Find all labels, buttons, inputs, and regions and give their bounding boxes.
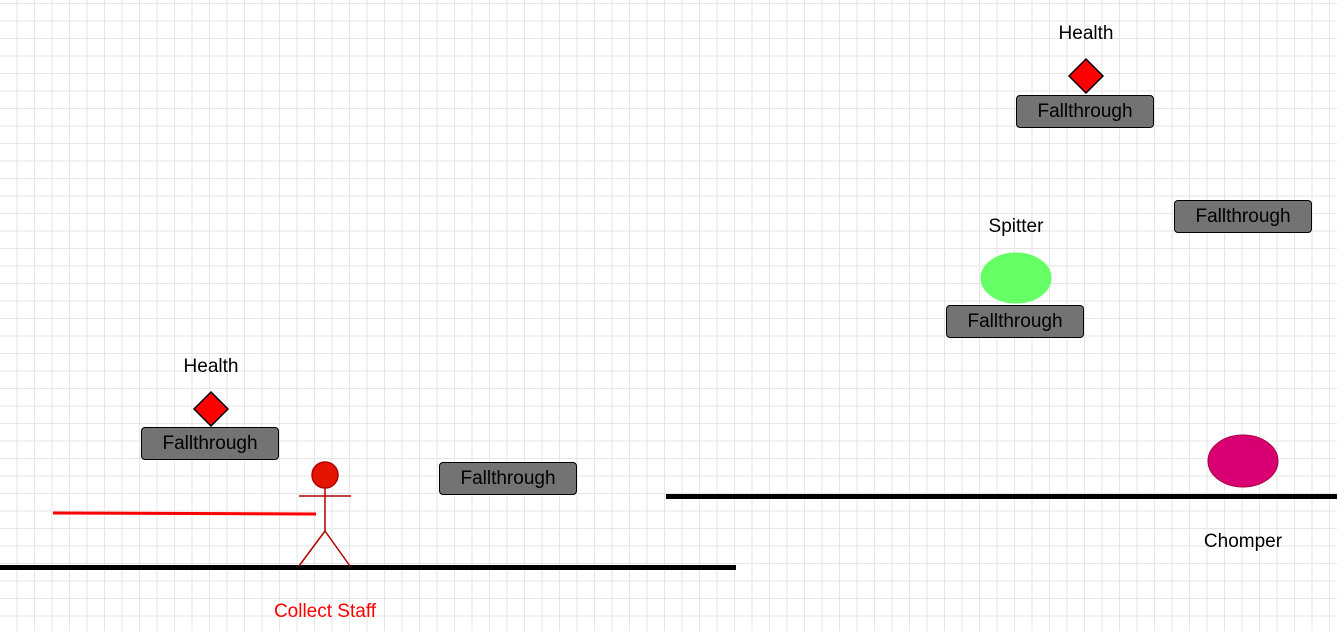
chomper-enemy-icon[interactable] xyxy=(1207,434,1279,488)
health-diamond-icon[interactable] xyxy=(1067,57,1105,95)
level-diagram: Fallthrough Fallthrough Fallthrough Fall… xyxy=(0,0,1337,631)
health-diamond-icon[interactable] xyxy=(192,390,230,428)
diagram-shapes xyxy=(52,57,1279,567)
staff-line-icon[interactable] xyxy=(52,511,317,516)
spitter-enemy-icon[interactable] xyxy=(980,252,1052,304)
